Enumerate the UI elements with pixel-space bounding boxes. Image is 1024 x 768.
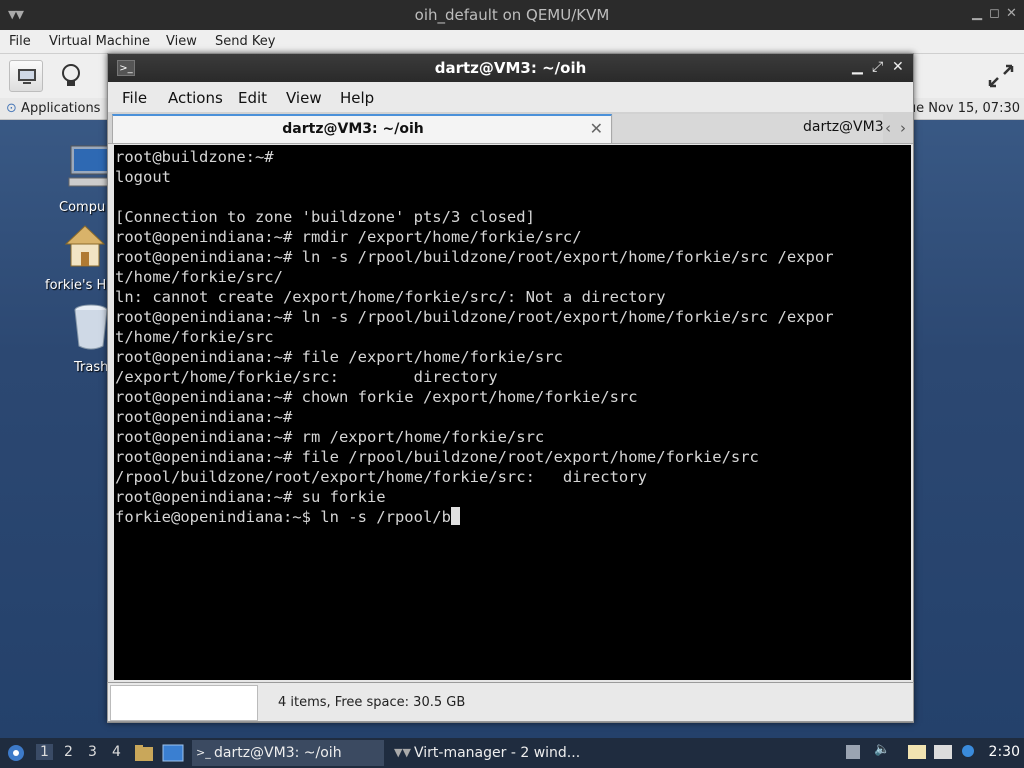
terminal-line: root@buildzone:~#: [115, 148, 274, 166]
applications-label: Applications: [21, 101, 101, 116]
terminal-line: /export/home/forkie/src: directory: [115, 368, 498, 386]
host-window-title: oih_default on QEMU/KVM: [414, 6, 610, 24]
terminal-title-bar: >_ dartz@VM3: ~/oih ▁ ⤢ ✕: [108, 54, 913, 82]
terminal-line: root@openindiana:~# su forkie: [115, 488, 386, 506]
terminal-line: root@openindiana:~# rmdir /export/home/f…: [115, 228, 582, 246]
fullscreen-icon: [988, 64, 1014, 88]
terminal-menu-edit[interactable]: Edit: [238, 89, 267, 107]
terminal-window: >_ dartz@VM3: ~/oih ▁ ⤢ ✕ File Actions E…: [107, 53, 914, 723]
network-tray-icon[interactable]: [934, 745, 952, 759]
host-title-bar: ▼▼ oih_default on QEMU/KVM ▁ ◻ ✕: [0, 0, 1024, 30]
terminal-line: root@openindiana:~#: [115, 408, 293, 426]
taskbar-task-terminal-label: dartz@VM3: ~/oih: [214, 745, 342, 761]
tab-second[interactable]: dartz@VM3: [613, 114, 883, 143]
virt-manager-task-icon: ▼▼: [394, 746, 411, 759]
lightbulb-icon: [62, 64, 80, 86]
host-menu-virtual-machine[interactable]: Virtual Machine: [49, 34, 150, 49]
fullscreen-button[interactable]: [986, 62, 1016, 90]
file-manager-launcher-icon[interactable]: [134, 744, 154, 762]
terminal-line: logout: [115, 168, 171, 186]
terminal-line: root@openindiana:~# file /export/home/fo…: [115, 348, 563, 366]
applications-menu[interactable]: ⊙ Applications: [6, 101, 100, 116]
terminal-task-icon: >_: [196, 746, 211, 759]
taskbar-task-virt-manager[interactable]: ▼▼ Virt-manager - 2 wind...: [392, 740, 592, 766]
taskbar-clock: 2:30: [988, 744, 1020, 760]
terminal-menu-actions[interactable]: Actions: [168, 89, 223, 107]
volume-icon[interactable]: 🔈: [874, 742, 890, 757]
clipboard-tray-icon[interactable]: [908, 745, 926, 759]
guest-panel-clock: ue Nov 15, 07:30: [907, 101, 1020, 116]
home-folder-icon: [64, 225, 106, 267]
terminal-menu-view[interactable]: View: [286, 89, 322, 107]
tab-scroll-right-icon[interactable]: ›: [896, 116, 910, 140]
computer-icon: [68, 145, 112, 187]
trash-icon: [74, 304, 108, 350]
terminal-prompt-line: forkie@openindiana:~$ ln -s /rpool/b: [115, 507, 834, 527]
updates-tray-icon[interactable]: [846, 745, 860, 759]
terminal-line: root@openindiana:~# ln -s /rpool/buildzo…: [115, 248, 834, 266]
host-menu-view[interactable]: View: [166, 34, 197, 49]
terminal-line: root@openindiana:~# ln -s /rpool/buildzo…: [115, 308, 834, 326]
terminal-output[interactable]: root@buildzone:~# logout [Connection to z…: [114, 145, 911, 680]
terminal-line: t/home/forkie/src/: [115, 268, 283, 286]
file-manager-status-text: 4 items, Free space: 30.5 GB: [278, 695, 466, 710]
terminal-line: root@openindiana:~# chown forkie /export…: [115, 388, 638, 406]
workspace-4[interactable]: 4: [112, 744, 121, 760]
taskbar-task-virt-manager-label: Virt-manager - 2 wind...: [414, 745, 581, 761]
tab-scroll-left-icon[interactable]: ‹: [881, 116, 895, 140]
host-menu-send-key[interactable]: Send Key: [215, 34, 275, 49]
show-details-button[interactable]: [58, 62, 84, 90]
tab-close-icon[interactable]: ✕: [590, 119, 603, 138]
terminal-line: /rpool/buildzone/root/export/home/forkie…: [115, 468, 647, 486]
terminal-maximize-button[interactable]: ⤢: [872, 59, 883, 75]
terminal-line: ln: cannot create /export/home/forkie/sr…: [115, 288, 666, 306]
taskbar-task-terminal[interactable]: >_ dartz@VM3: ~/oih: [192, 740, 384, 766]
host-menu-file[interactable]: File: [9, 34, 31, 49]
host-close-button[interactable]: ✕: [1006, 6, 1017, 21]
terminal-line: [Connection to zone 'buildzone' pts/3 cl…: [115, 208, 535, 226]
terminal-prompt-text: forkie@openindiana:~$ ln -s /rpool/b: [115, 508, 451, 526]
terminal-menubar: File Actions Edit View Help: [108, 82, 913, 112]
host-menubar: File Virtual Machine View Send Key: [0, 30, 1024, 54]
terminal-lines: root@buildzone:~# logout [Connection to z…: [115, 147, 834, 527]
guest-taskbar: 1 2 3 4 >_ dartz@VM3: ~/oih ▼▼ Virt-mana…: [0, 738, 1024, 768]
start-menu-icon[interactable]: [6, 743, 26, 763]
tab-active[interactable]: dartz@VM3: ~/oih ✕: [112, 114, 612, 143]
monitor-icon: [18, 69, 36, 84]
workspace-3[interactable]: 3: [88, 744, 97, 760]
terminal-tabbar: dartz@VM3: ~/oih ✕ dartz@VM3 ‹ ›: [108, 112, 913, 144]
terminal-menu-file[interactable]: File: [122, 89, 147, 107]
notification-icon[interactable]: [962, 745, 974, 757]
show-desktop-icon[interactable]: [162, 744, 184, 762]
terminal-line: t/home/forkie/src: [115, 328, 274, 346]
terminal-menu-help[interactable]: Help: [340, 89, 374, 107]
file-manager-sidebar-pane: [110, 685, 258, 721]
tab-second-label: dartz@VM3: [803, 119, 883, 135]
workspace-1[interactable]: 1: [36, 744, 53, 760]
host-minimize-button[interactable]: ▁: [972, 6, 982, 21]
terminal-close-button[interactable]: ✕: [892, 59, 904, 75]
terminal-minimize-button[interactable]: ▁: [852, 59, 863, 75]
host-maximize-button[interactable]: ◻: [989, 6, 1000, 21]
terminal-cursor: [450, 507, 460, 525]
terminal-line: root@openindiana:~# rm /export/home/fork…: [115, 428, 545, 446]
terminal-line: root@openindiana:~# file /rpool/buildzon…: [115, 448, 759, 466]
tab-active-label: dartz@VM3: ~/oih: [282, 121, 424, 137]
file-manager-status-strip: 4 items, Free space: 30.5 GB: [107, 682, 914, 722]
workspace-2[interactable]: 2: [64, 744, 73, 760]
show-console-button[interactable]: [9, 60, 43, 92]
terminal-window-title: dartz@VM3: ~/oih: [434, 59, 587, 77]
openindiana-logo-icon: ⊙: [6, 101, 17, 116]
